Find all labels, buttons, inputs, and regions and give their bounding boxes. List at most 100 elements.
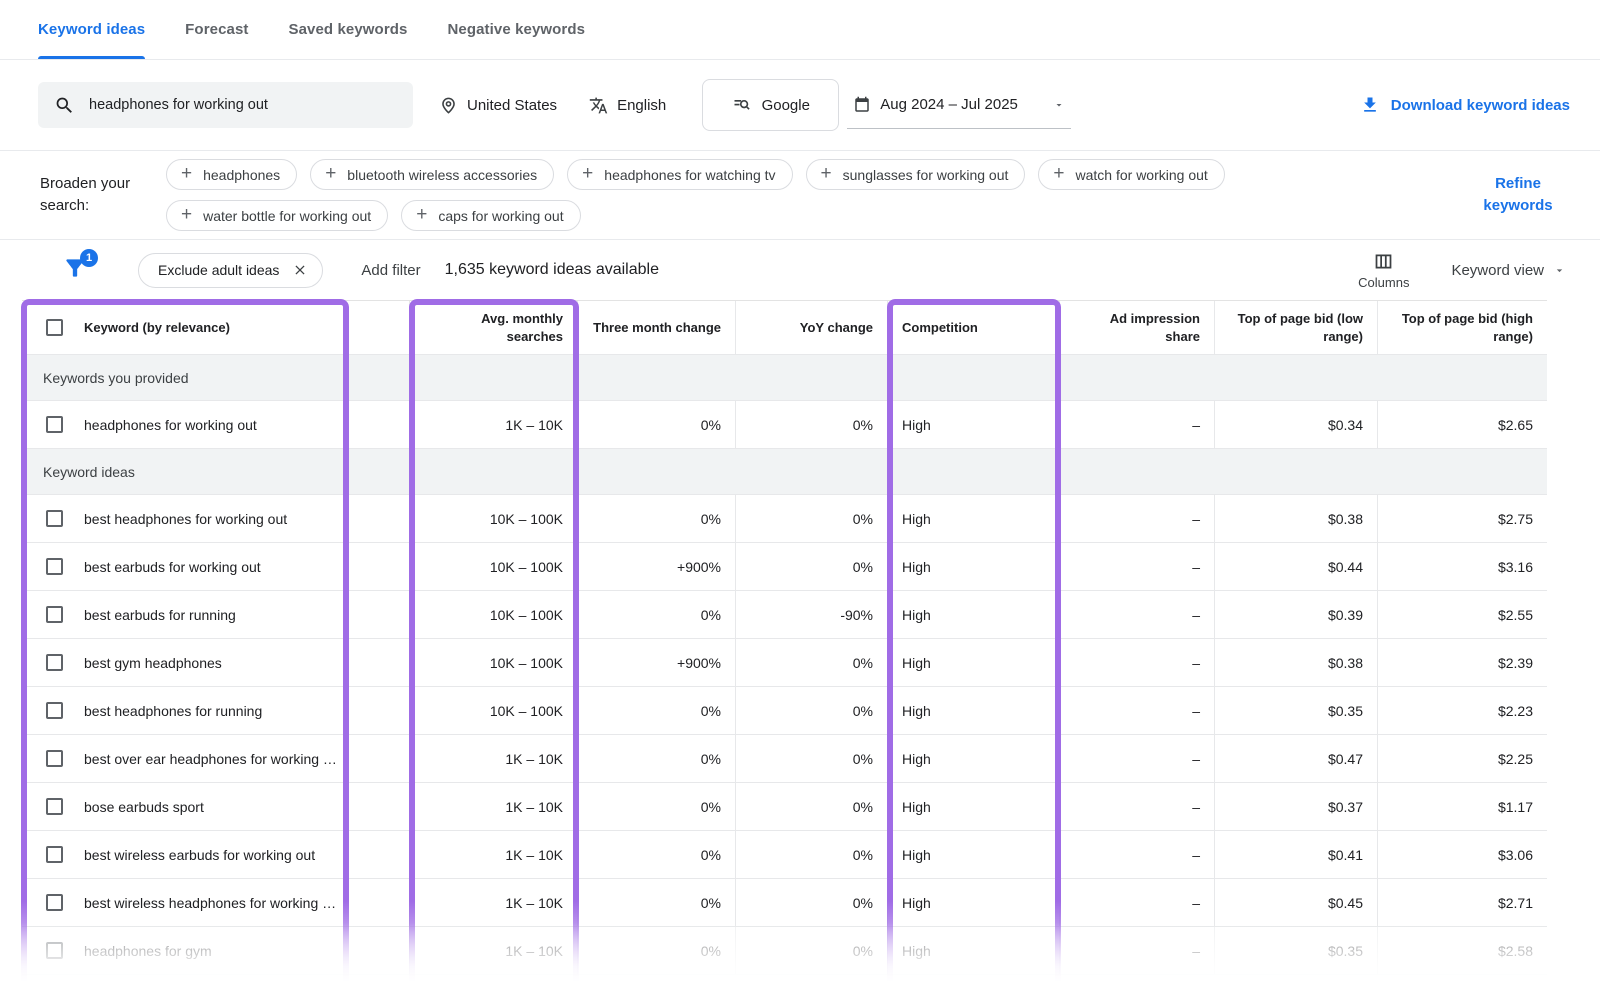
broaden-chip[interactable]: + headphones xyxy=(166,159,297,190)
columns-label: Columns xyxy=(1358,275,1409,290)
three-month-change-cell: +900% xyxy=(578,543,736,590)
ad-impression-share-cell: – xyxy=(1060,495,1215,542)
keyword-text: best headphones for working out xyxy=(84,511,287,527)
three-month-change-cell: 0% xyxy=(578,927,736,974)
refine-keywords-button[interactable]: Refine keywords xyxy=(1466,173,1570,218)
top-bid-low-cell: $0.34 xyxy=(1215,401,1378,448)
spacer-cell xyxy=(348,543,410,590)
keyword-search-box[interactable] xyxy=(38,82,413,128)
filter-bar: 1 Exclude adult ideas Add filter 1,635 k… xyxy=(0,240,1600,300)
row-checkbox[interactable] xyxy=(46,846,63,863)
header-top-bid-high[interactable]: Top of page bid (high range) xyxy=(1378,301,1547,354)
date-range-picker[interactable]: Aug 2024 – Jul 2025 xyxy=(847,81,1071,129)
keyword-cell: headphones for working out xyxy=(22,401,348,448)
top-bid-low-cell: $0.41 xyxy=(1215,831,1378,878)
header-yoy-change[interactable]: YoY change xyxy=(736,301,888,354)
avg-monthly-searches-cell: 10K – 100K xyxy=(410,639,578,686)
header-ad-impression-share[interactable]: Ad impression share xyxy=(1060,301,1215,354)
tab-keyword-ideas[interactable]: Keyword ideas xyxy=(38,0,145,59)
yoy-change-cell: 0% xyxy=(736,639,888,686)
top-bid-low-cell: $0.44 xyxy=(1215,543,1378,590)
broaden-chip[interactable]: +watch for working out xyxy=(1038,159,1224,190)
spacer-cell xyxy=(348,927,410,974)
row-checkbox[interactable] xyxy=(46,798,63,815)
avg-monthly-searches-cell: 1K – 10K xyxy=(410,831,578,878)
tab-label: Negative keywords xyxy=(447,21,585,38)
keyword-view-selector[interactable]: Keyword view xyxy=(1451,262,1566,279)
filter-button[interactable]: 1 xyxy=(62,255,92,285)
ad-impression-share-cell: – xyxy=(1060,879,1215,926)
download-keyword-ideas-button[interactable]: Download keyword ideas xyxy=(1360,95,1570,115)
broaden-chip[interactable]: +caps for working out xyxy=(401,200,580,231)
add-filter-button[interactable]: Add filter xyxy=(361,262,420,279)
chip-label: caps for working out xyxy=(438,208,563,224)
header-top-bid-low[interactable]: Top of page bid (low range) xyxy=(1215,301,1378,354)
top-bid-high-cell: $2.58 xyxy=(1378,927,1547,974)
competition-cell: High xyxy=(888,401,1060,448)
active-filter-chip[interactable]: Exclude adult ideas xyxy=(138,253,323,288)
spacer-cell xyxy=(348,401,410,448)
ad-impression-share-cell: – xyxy=(1060,639,1215,686)
broaden-chip[interactable]: +water bottle for working out xyxy=(166,200,388,231)
yoy-change-cell: 0% xyxy=(736,783,888,830)
network-selector[interactable]: Google xyxy=(702,79,839,131)
row-checkbox[interactable] xyxy=(46,942,63,959)
chip-label: watch for working out xyxy=(1076,167,1208,183)
top-bid-low-cell: $0.35 xyxy=(1215,687,1378,734)
header-keyword-label: Keyword (by relevance) xyxy=(84,319,230,337)
yoy-change-cell: 0% xyxy=(736,735,888,782)
row-checkbox[interactable] xyxy=(46,654,63,671)
section-header-row: Keywords you provided xyxy=(22,355,1547,401)
keyword-text: best earbuds for running xyxy=(84,607,236,623)
competition-cell: High xyxy=(888,927,1060,974)
three-month-change-cell: 0% xyxy=(578,591,736,638)
keyword-cell: headphones for gym xyxy=(22,927,348,974)
row-checkbox[interactable] xyxy=(46,510,63,527)
tab-forecast[interactable]: Forecast xyxy=(185,0,248,59)
header-three-month-change[interactable]: Three month change xyxy=(578,301,736,354)
keyword-text: bose earbuds sport xyxy=(84,799,204,815)
keyword-cell: best gym headphones xyxy=(22,639,348,686)
tab-saved-keywords[interactable]: Saved keywords xyxy=(289,0,408,59)
ad-impression-share-cell: – xyxy=(1060,401,1215,448)
row-checkbox[interactable] xyxy=(46,750,63,767)
top-bid-high-cell: $3.16 xyxy=(1378,543,1547,590)
columns-button[interactable]: Columns xyxy=(1358,251,1409,290)
keyword-cell: best earbuds for running xyxy=(22,591,348,638)
yoy-change-cell: 0% xyxy=(736,687,888,734)
row-checkbox[interactable] xyxy=(46,894,63,911)
keyword-row: best earbuds for working out10K – 100K+9… xyxy=(22,543,1547,591)
close-icon[interactable] xyxy=(293,263,307,277)
chip-label: water bottle for working out xyxy=(203,208,371,224)
keyword-row: best headphones for running10K – 100K0%0… xyxy=(22,687,1547,735)
row-checkbox[interactable] xyxy=(46,702,63,719)
header-competition[interactable]: Competition xyxy=(888,301,1060,354)
header-avg-monthly-searches[interactable]: Avg. monthly searches xyxy=(410,301,578,354)
competition-cell: High xyxy=(888,783,1060,830)
ad-impression-share-cell: – xyxy=(1060,735,1215,782)
date-range-label: Aug 2024 – Jul 2025 xyxy=(880,96,1018,113)
tab-negative-keywords[interactable]: Negative keywords xyxy=(447,0,585,59)
row-checkbox[interactable] xyxy=(46,606,63,623)
spacer-cell xyxy=(348,591,410,638)
top-bid-high-cell: $2.25 xyxy=(1378,735,1547,782)
location-selector[interactable]: United States xyxy=(439,96,557,115)
avg-monthly-searches-cell: 1K – 10K xyxy=(410,735,578,782)
header-spacer xyxy=(348,301,410,354)
search-input[interactable] xyxy=(89,97,397,113)
select-all-checkbox[interactable] xyxy=(46,319,63,336)
spacer-cell xyxy=(348,639,410,686)
plus-icon: + xyxy=(181,164,192,183)
broaden-chip[interactable]: +headphones for watching tv xyxy=(567,159,792,190)
top-bid-low-cell: $0.38 xyxy=(1215,639,1378,686)
row-checkbox[interactable] xyxy=(46,416,63,433)
broaden-chip[interactable]: +sunglasses for working out xyxy=(806,159,1026,190)
three-month-change-cell: 0% xyxy=(578,495,736,542)
language-selector[interactable]: English xyxy=(589,96,666,115)
broaden-chip[interactable]: +bluetooth wireless accessories xyxy=(310,159,554,190)
filter-chip-label: Exclude adult ideas xyxy=(158,262,279,278)
chip-label: headphones xyxy=(203,167,280,183)
spacer-cell xyxy=(348,687,410,734)
row-checkbox[interactable] xyxy=(46,558,63,575)
plus-icon: + xyxy=(582,164,593,183)
